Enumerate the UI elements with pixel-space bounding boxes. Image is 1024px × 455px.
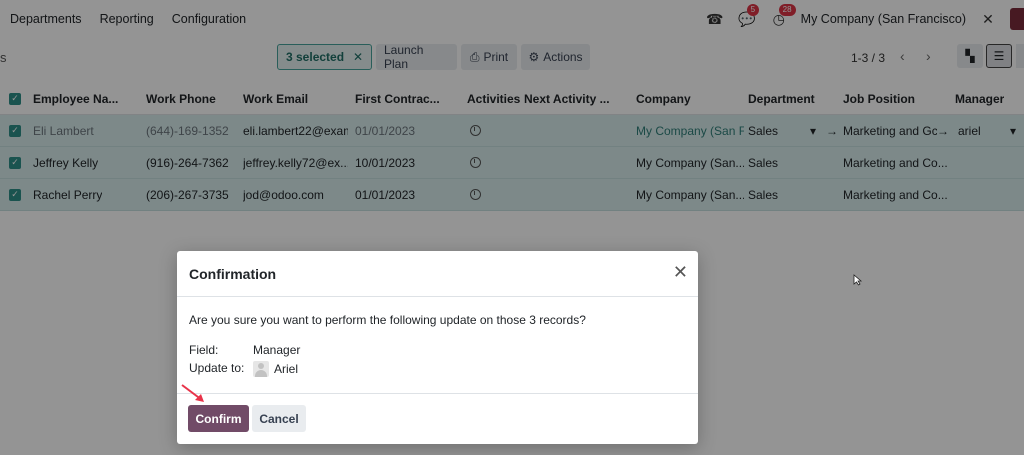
field-value: Manager: [253, 343, 301, 357]
field-label: Field:: [189, 343, 219, 357]
annotation-arrow-icon: [181, 384, 204, 402]
cancel-button[interactable]: Cancel: [252, 405, 306, 432]
confirm-button[interactable]: Confirm: [188, 405, 249, 432]
dialog-title: Confirmation: [189, 266, 277, 282]
dialog-footer: Confirm Cancel: [177, 393, 698, 444]
update-user-name: Ariel: [274, 362, 299, 376]
confirmation-dialog: Confirmation ✕ Are you sure you want to …: [177, 251, 698, 444]
update-label: Update to:: [189, 361, 245, 375]
dialog-body: Are you sure you want to perform the fol…: [189, 313, 686, 377]
update-value: Ariel: [253, 361, 298, 377]
close-icon[interactable]: ✕: [673, 263, 688, 281]
user-avatar-icon: [253, 361, 269, 377]
confirmation-question: Are you sure you want to perform the fol…: [189, 313, 586, 327]
dialog-header: Confirmation ✕: [177, 251, 698, 297]
mouse-pointer-icon: [853, 274, 863, 286]
